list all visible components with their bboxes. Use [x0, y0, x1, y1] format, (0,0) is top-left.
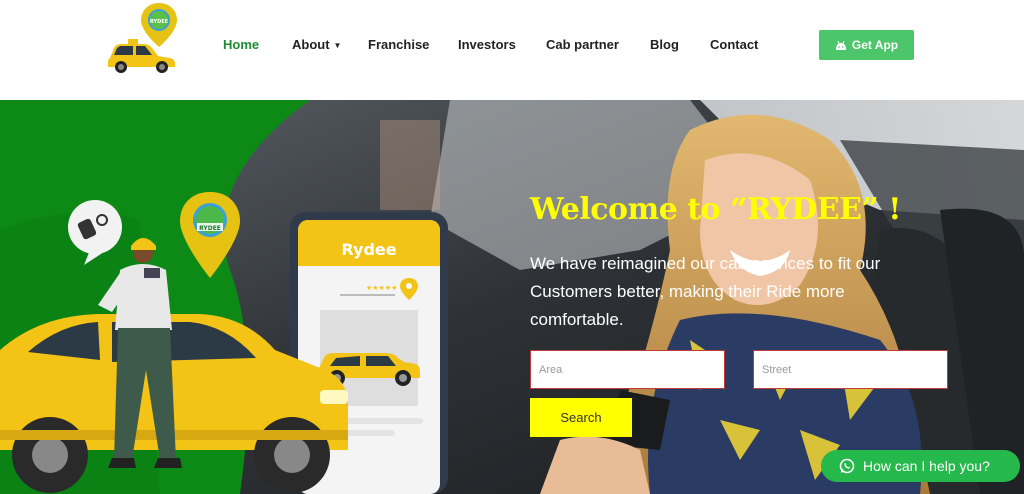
hero-subtitle: We have reimagined our cab services to f… — [530, 254, 881, 329]
site-header: RYDEE Home About ▼ Franchise Investors Ca… — [0, 0, 1024, 100]
phone-brand-text: Rydee — [341, 240, 396, 259]
nav-investors[interactable]: Investors — [458, 37, 516, 52]
whatsapp-icon — [839, 458, 855, 474]
logo[interactable]: RYDEE — [104, 3, 180, 75]
nav-home[interactable]: Home — [223, 37, 259, 52]
taxi-logo-icon: RYDEE — [108, 3, 177, 73]
logo-pin-text: RYDEE — [150, 19, 169, 25]
area-input[interactable] — [530, 350, 725, 389]
whatsapp-help-button[interactable]: How can I help you? — [821, 450, 1020, 482]
nav-contact[interactable]: Contact — [710, 37, 758, 52]
nav-about-label: About — [292, 37, 330, 52]
nav-franchise[interactable]: Franchise — [368, 37, 429, 52]
hero-pin-text: RYDEE — [199, 225, 221, 232]
svg-text:★★★★★: ★★★★★ — [366, 284, 397, 292]
whatsapp-help-label: How can I help you? — [863, 458, 990, 474]
nav-cab-partner[interactable]: Cab partner — [546, 37, 619, 52]
chevron-down-icon: ▼ — [333, 41, 342, 51]
nav-about[interactable]: About ▼ — [292, 37, 341, 52]
hero-section: RYDEE Rydee ★★★★★ Welcome to “RYDEE” ! W… — [0, 100, 1024, 494]
search-button[interactable]: Search — [530, 398, 632, 437]
get-app-label: Get App — [851, 38, 899, 52]
hero-title: Welcome to “RYDEE” ! — [530, 192, 901, 227]
street-input[interactable] — [753, 350, 948, 389]
nav-blog[interactable]: Blog — [650, 37, 679, 52]
android-icon — [835, 40, 846, 50]
get-app-button[interactable]: Get App — [819, 30, 914, 60]
